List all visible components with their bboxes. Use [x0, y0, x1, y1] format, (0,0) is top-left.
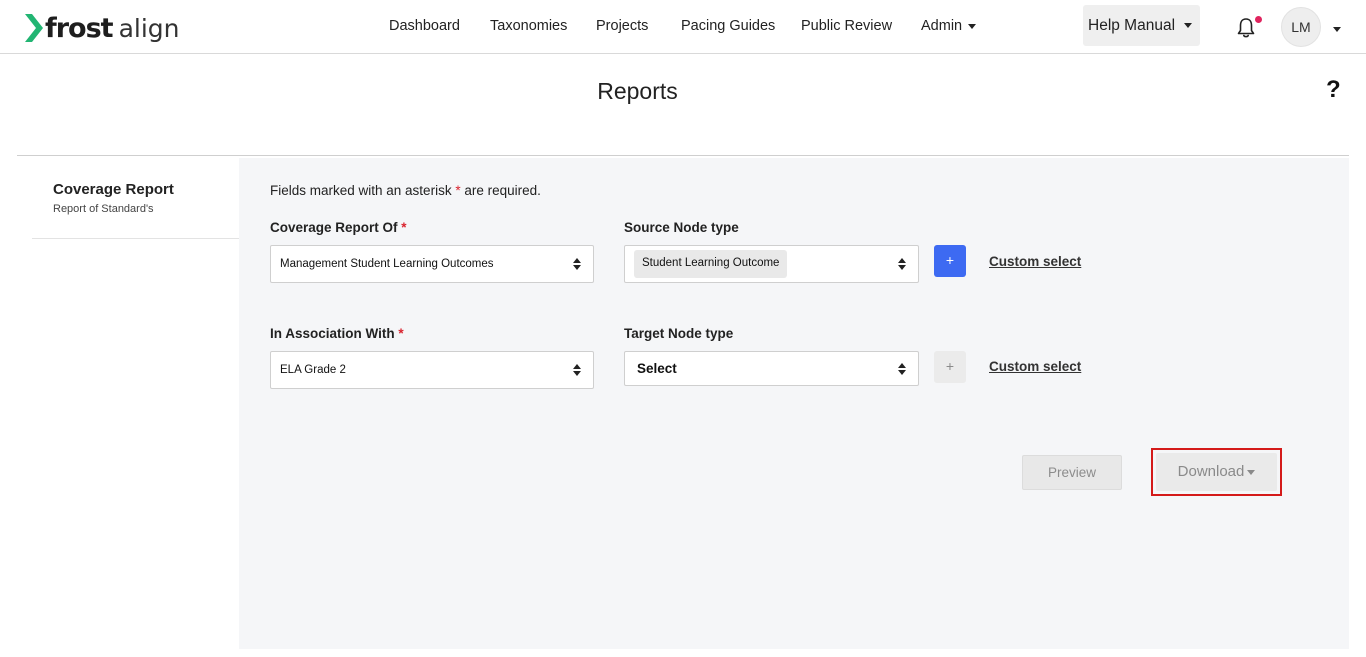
top-navbar: frost align Dashboard Taxonomies Project… — [0, 0, 1366, 54]
logo-text-align: align — [118, 13, 180, 43]
notification-badge — [1255, 16, 1262, 23]
nav-dashboard[interactable]: Dashboard — [389, 18, 460, 34]
in-association-with-label: In Association With * — [270, 326, 404, 341]
nav-public-review[interactable]: Public Review — [801, 18, 892, 34]
required-asterisk: * — [455, 183, 461, 198]
caret-down-icon — [968, 23, 977, 29]
logo-text-frost: frost — [45, 12, 114, 44]
source-custom-select-link[interactable]: Custom select — [989, 254, 1081, 269]
caret-down-icon — [1184, 23, 1193, 29]
caret-down-icon — [1247, 469, 1256, 475]
help-manual-dropdown[interactable]: Help Manual — [1083, 5, 1200, 46]
sort-arrows-icon — [573, 258, 581, 270]
target-node-type-label: Target Node type — [624, 326, 734, 341]
source-node-type-label: Source Node type — [624, 220, 739, 235]
select-value: ELA Grade 2 — [280, 364, 346, 376]
nav-projects[interactable]: Projects — [596, 18, 648, 34]
select-value: Management Student Learning Outcomes — [280, 258, 494, 270]
selected-tag[interactable]: Student Learning Outcome — [634, 250, 788, 278]
bell-icon[interactable] — [1236, 17, 1256, 39]
user-avatar[interactable]: LM — [1281, 7, 1321, 47]
add-source-node-button[interactable]: + — [934, 245, 966, 277]
download-button-highlight[interactable]: Download — [1151, 448, 1282, 496]
add-target-node-button[interactable]: + — [934, 351, 966, 383]
select-value: Select — [637, 361, 677, 376]
required-asterisk: * — [398, 326, 404, 341]
in-association-with-select[interactable]: ELA Grade 2 — [270, 351, 594, 389]
coverage-report-of-label-text: Coverage Report Of — [270, 220, 398, 235]
target-node-type-select[interactable]: Select — [624, 351, 919, 386]
sort-arrows-icon — [898, 363, 906, 375]
target-custom-select-link[interactable]: Custom select — [989, 359, 1081, 374]
sort-arrows-icon — [898, 258, 906, 270]
page-title: Reports — [597, 78, 678, 104]
preview-button[interactable]: Preview — [1022, 455, 1122, 490]
help-manual-label: Help Manual — [1088, 17, 1176, 34]
divider — [17, 155, 1349, 156]
in-association-with-label-text: In Association With — [270, 326, 395, 341]
required-note-text: Fields marked with an asterisk — [270, 183, 452, 198]
frost-align-logo[interactable]: frost align — [24, 12, 180, 44]
download-label: Download — [1177, 463, 1245, 480]
nav-admin-dropdown[interactable]: Admin — [921, 18, 977, 34]
caret-down-icon[interactable] — [1333, 27, 1341, 32]
chevron-right-logo-icon — [25, 14, 43, 42]
sidebar-item-coverage-report[interactable]: Coverage Report Report of Standard's — [32, 158, 239, 239]
coverage-report-of-select[interactable]: Management Student Learning Outcomes — [270, 245, 594, 283]
download-dropdown-button[interactable]: Download — [1156, 453, 1277, 491]
required-asterisk: * — [401, 220, 407, 235]
source-node-type-select[interactable]: Student Learning Outcome — [624, 245, 919, 283]
required-note-text-end: are required. — [464, 183, 541, 198]
coverage-report-of-label: Coverage Report Of * — [270, 220, 407, 235]
nav-admin-label: Admin — [921, 18, 963, 34]
required-fields-note: Fields marked with an asterisk * are req… — [270, 183, 541, 198]
nav-taxonomies[interactable]: Taxonomies — [490, 18, 567, 34]
sidebar-item-title: Coverage Report — [53, 181, 174, 198]
question-mark-icon[interactable]: ? — [1326, 76, 1341, 104]
sidebar-item-subtitle: Report of Standard's — [53, 203, 154, 215]
nav-pacing-guides[interactable]: Pacing Guides — [681, 18, 775, 34]
sort-arrows-icon — [573, 364, 581, 376]
